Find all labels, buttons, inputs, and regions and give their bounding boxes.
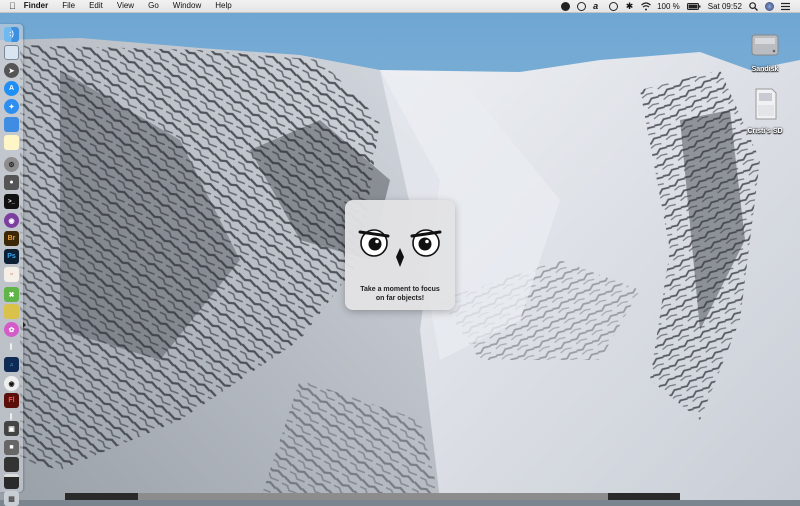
mail-icon[interactable] [4,117,19,132]
menu-window[interactable]: Window [166,0,208,12]
reminder-message-line1: Take a moment to focus [360,286,440,293]
maps-icon[interactable]: ✖ [4,287,19,302]
time-machine-icon[interactable] [609,1,619,11]
photoshop-icon[interactable]: Ps [4,249,19,264]
bluetooth-icon[interactable]: ✱ [625,1,634,11]
dock-running-indicator [23,322,26,328]
bottom-window-edge [65,493,680,500]
launchpad-icon[interactable]: ➤ [4,63,19,78]
search-icon[interactable] [749,1,758,11]
reminder-message: Take a moment to focus on far objects! [345,285,455,303]
video-icon[interactable] [4,474,19,489]
menu-bar:  Finder File Edit View Go Window Help a… [0,0,800,13]
desktop-drive-sd[interactable]: Cristi's SD [737,87,793,135]
dock-separator [10,343,12,350]
preview-icon[interactable] [4,45,19,60]
dock-separator [10,413,12,420]
safari-icon[interactable]: ✦ [4,99,19,114]
battery-percent[interactable]: 100 % [657,2,680,11]
dock: :) ➤ A ✦ ⚙ ● >_ ◉ Br Ps ▫ ✖ ✿ ♫ ◉ Fl ▣ ■… [0,24,26,506]
owl-face-icon [358,229,442,267]
siri-icon[interactable] [765,1,774,11]
menu-view[interactable]: View [110,0,141,12]
menubar-clock[interactable]: Sat 09:52 [708,2,742,11]
terminal-window-icon[interactable]: >_ [4,194,19,209]
drive-icon [751,34,779,56]
display-icon[interactable] [4,457,19,472]
lock-icon[interactable]: ■ [4,440,19,455]
trash-icon[interactable]: ▩ [4,491,19,506]
sd-card-icon [755,88,777,120]
app-store-icon[interactable]: A [4,81,19,96]
notes-icon[interactable] [4,135,19,150]
menu-file[interactable]: File [55,0,82,12]
drive-label: Sandisk [751,66,779,73]
terminal-icon[interactable]: ● [4,175,19,190]
settings-icon[interactable]: ⚙ [4,157,19,172]
bottom-window-edge-middle [138,493,608,500]
tuner-icon[interactable]: ♫ [4,357,19,372]
screenshot-icon[interactable]: ▣ [4,421,19,436]
hands-icon[interactable] [561,1,571,11]
notification-center-icon[interactable] [781,2,790,11]
github-icon[interactable]: ◉ [4,213,19,228]
menu-go[interactable]: Go [141,0,166,12]
finder-icon[interactable]: :) [4,27,19,42]
apple-menu-icon[interactable]:  [9,1,16,11]
battery-icon[interactable] [686,2,701,11]
drive-label: Cristi's SD [747,128,783,135]
wifi-icon[interactable] [641,1,651,11]
bridge-icon[interactable]: Br [4,231,19,246]
script-a-icon[interactable]: a [593,1,602,11]
menu-edit[interactable]: Edit [82,0,110,12]
desktop-drive-sandisk[interactable]: Sandisk [737,29,793,73]
blocked-icon[interactable] [577,1,587,11]
flash-icon[interactable]: Fl [4,393,19,408]
eye-break-reminder-popup[interactable]: Take a moment to focus on far objects! [345,200,455,310]
menu-help[interactable]: Help [208,0,238,12]
reminder-message-line2: on far objects! [375,295,425,302]
stickies-icon[interactable] [4,304,19,319]
flower-icon[interactable]: ✿ [4,322,19,337]
owl-app-icon[interactable]: ◉ [4,376,19,391]
menu-app-name[interactable]: Finder [16,0,55,12]
popcorn-icon[interactable]: ▫ [4,267,19,282]
